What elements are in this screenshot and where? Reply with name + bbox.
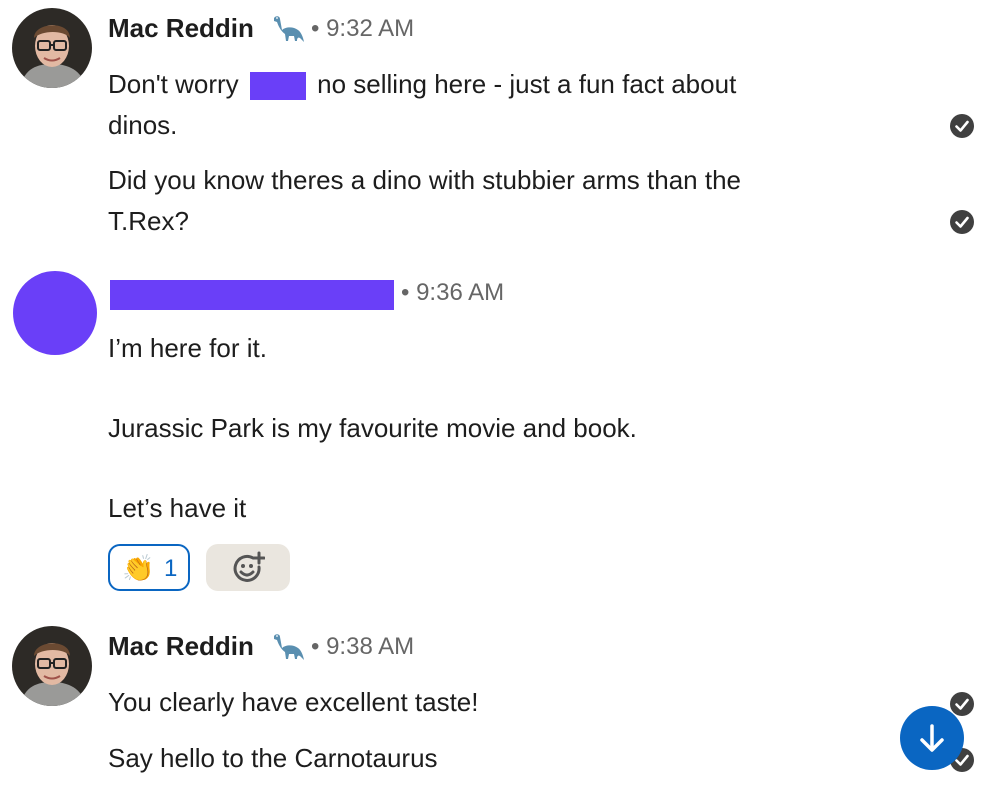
arrow-down-icon bbox=[920, 724, 944, 752]
timestamp: 9:36 AM bbox=[416, 279, 505, 306]
avatar-mac-reddin[interactable] bbox=[12, 8, 92, 88]
message-text-part: Don't worry bbox=[108, 69, 239, 99]
add-emoji-icon bbox=[233, 551, 265, 582]
sauropod-dino-icon bbox=[271, 14, 305, 49]
avatar-redacted-user[interactable] bbox=[13, 271, 97, 355]
message-text: Let’s have it bbox=[108, 493, 247, 523]
message-text: Don't worry no selling here - just a fun… bbox=[108, 64, 736, 104]
message-time: • 9:32 AM bbox=[311, 15, 415, 42]
add-reaction-button[interactable] bbox=[206, 544, 290, 591]
message-text: dinos. bbox=[108, 110, 178, 140]
message-time: • 9:38 AM bbox=[311, 633, 415, 660]
timestamp: 9:38 AM bbox=[326, 633, 415, 660]
avatar-mac-reddin[interactable] bbox=[12, 626, 92, 706]
message-text: Say hello to the Carnotaurus bbox=[108, 743, 438, 773]
message-text: T.Rex? bbox=[108, 206, 189, 236]
reaction-clap[interactable]: 👏 1 bbox=[108, 544, 190, 591]
message-text: You clearly have excellent taste! bbox=[108, 687, 479, 717]
sauropod-dino-icon bbox=[271, 632, 305, 667]
reaction-count: 1 bbox=[164, 555, 178, 582]
redacted-name bbox=[249, 72, 306, 101]
message-text: Jurassic Park is my favourite movie and … bbox=[108, 413, 637, 443]
check-circle-icon bbox=[950, 114, 974, 138]
timestamp: 9:32 AM bbox=[326, 15, 415, 42]
message-time: • 9:36 AM bbox=[401, 279, 505, 306]
sender-name[interactable]: Mac Reddin bbox=[108, 13, 254, 44]
scroll-to-bottom-button[interactable] bbox=[900, 706, 964, 770]
clap-emoji: 👏 bbox=[122, 553, 155, 583]
message-text: I’m here for it. bbox=[108, 333, 267, 363]
check-circle-icon bbox=[950, 210, 974, 234]
redacted-sender-name[interactable] bbox=[110, 280, 394, 310]
message-text-part: no selling here - just a fun fact about bbox=[317, 69, 737, 99]
sender-name[interactable]: Mac Reddin bbox=[108, 631, 254, 662]
message-text: Did you know theres a dino with stubbier… bbox=[108, 165, 742, 195]
